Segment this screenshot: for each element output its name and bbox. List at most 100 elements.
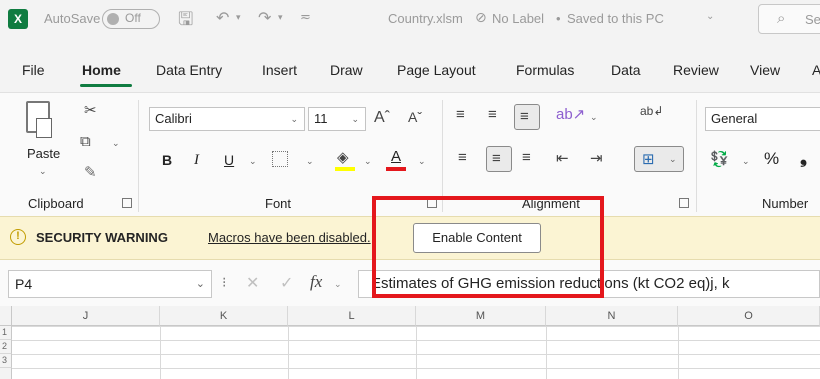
toggle-knob-icon — [107, 13, 119, 25]
search-box[interactable]: ⌕ Se — [758, 4, 820, 34]
insert-function-button[interactable]: fx — [310, 272, 322, 292]
excel-logo-icon: X — [8, 9, 28, 29]
separator-dot: • — [556, 11, 561, 26]
tab-draw[interactable]: Draw — [330, 62, 363, 78]
security-warning-title: SECURITY WARNING — [36, 230, 168, 245]
tab-file[interactable]: File — [22, 62, 45, 78]
row-header-3[interactable]: 3 — [0, 354, 12, 368]
center-align-button[interactable]: ≡ — [486, 146, 512, 172]
enable-content-button[interactable]: Enable Content — [413, 223, 541, 253]
number-format-combobox[interactable]: General — [705, 107, 820, 131]
file-name: Country.xlsm — [388, 11, 463, 26]
grid-line — [160, 326, 161, 379]
redo-icon[interactable]: ↷ — [258, 8, 271, 28]
select-all-corner[interactable] — [0, 306, 12, 326]
ribbon-separator — [138, 100, 139, 212]
font-name-dropdown-icon[interactable]: ⌄ — [290, 108, 298, 130]
formula-bar-options-icon[interactable]: ⁝ — [222, 274, 226, 291]
comma-style-icon[interactable]: ❟ — [800, 147, 807, 168]
save-status-chevron-icon[interactable]: ⌄ — [706, 11, 714, 22]
underline-button[interactable]: U — [224, 152, 234, 168]
group-label-alignment: Alignment — [522, 196, 580, 211]
align-right-icon[interactable]: ≡ — [522, 149, 531, 166]
borders-icon[interactable] — [272, 151, 288, 167]
grid-line — [288, 326, 289, 379]
orientation-dropdown-icon[interactable]: ⌄ — [590, 112, 598, 123]
font-launcher-icon[interactable] — [427, 198, 437, 208]
cut-icon[interactable]: ✂ — [84, 101, 97, 119]
grid-line — [416, 326, 417, 379]
row-header-2[interactable]: 2 — [0, 340, 12, 354]
font-color-dropdown-icon[interactable]: ⌄ — [418, 156, 426, 167]
bold-button[interactable]: B — [162, 152, 172, 168]
label-status: No Label — [492, 11, 545, 26]
name-box-dropdown-icon[interactable]: ⌄ — [196, 271, 205, 297]
bottom-align-button[interactable]: ≡ — [514, 104, 540, 130]
paste-dropdown-icon[interactable]: ⌄ — [39, 166, 47, 177]
grid-line — [678, 326, 679, 379]
font-size-dropdown-icon[interactable]: ⌄ — [351, 108, 359, 130]
column-header-m[interactable]: M — [416, 306, 546, 326]
macros-disabled-link[interactable]: Macros have been disabled. — [208, 230, 371, 245]
orientation-icon[interactable]: ab↗ — [556, 105, 585, 123]
tab-more[interactable]: A — [812, 62, 820, 78]
merge-center-icon: ⊞ — [642, 151, 655, 168]
column-header-n[interactable]: N — [546, 306, 678, 326]
borders-dropdown-icon[interactable]: ⌄ — [306, 156, 314, 167]
column-header-o[interactable]: O — [678, 306, 820, 326]
autosave-toggle[interactable]: Off — [102, 9, 160, 29]
group-label-number: Number — [762, 196, 809, 211]
undo-dropdown-icon[interactable]: ▾ — [236, 12, 241, 23]
accounting-dropdown-icon[interactable]: ⌄ — [742, 156, 750, 167]
clipboard-launcher-icon[interactable] — [122, 198, 132, 208]
font-size-value: 11 — [314, 111, 328, 126]
column-header-l[interactable]: L — [288, 306, 416, 326]
increase-font-size-icon[interactable]: Aˆ — [374, 109, 390, 127]
percent-style-button[interactable]: % — [764, 149, 779, 169]
decrease-indent-icon[interactable]: ⇤ — [556, 149, 569, 167]
copy-icon[interactable]: ⧉ — [80, 133, 91, 150]
tab-data[interactable]: Data — [611, 62, 641, 78]
wrap-text-icon[interactable]: ab↲ — [640, 104, 663, 118]
fill-color-dropdown-icon[interactable]: ⌄ — [364, 156, 372, 167]
row-header-1[interactable]: 1 — [0, 326, 12, 340]
name-box[interactable]: P4 ⌄ — [8, 270, 212, 298]
tab-view[interactable]: View — [750, 62, 780, 78]
save-icon[interactable]: 🖫 — [178, 7, 193, 37]
align-left-icon[interactable]: ≡ — [458, 149, 467, 166]
customize-toolbar-icon[interactable]: ≂ — [300, 9, 311, 25]
copy-dropdown-icon[interactable]: ⌄ — [112, 138, 120, 149]
font-size-combobox[interactable]: 11 ⌄ — [308, 107, 366, 131]
top-align-icon[interactable]: ≡ — [456, 106, 465, 123]
format-painter-icon[interactable]: ✎ — [84, 163, 97, 181]
confirm-formula-icon[interactable]: ✓ — [280, 273, 293, 293]
tab-formulas[interactable]: Formulas — [516, 62, 574, 78]
middle-align-icon[interactable]: ≡ — [488, 106, 497, 123]
increase-indent-icon[interactable]: ⇥ — [590, 149, 603, 167]
underline-dropdown-icon[interactable]: ⌄ — [249, 156, 257, 167]
italic-button[interactable]: I — [194, 152, 199, 169]
search-placeholder: Se — [805, 12, 820, 27]
tab-review[interactable]: Review — [673, 62, 719, 78]
function-dropdown-icon[interactable]: ⌄ — [334, 279, 342, 290]
alignment-launcher-icon[interactable] — [679, 198, 689, 208]
tab-home[interactable]: Home — [82, 62, 121, 78]
redo-dropdown-icon[interactable]: ▾ — [278, 12, 283, 23]
formula-input[interactable]: Estimates of GHG emission reductions (kt… — [358, 270, 820, 298]
merge-center-button[interactable]: ⊞ ⌄ — [634, 146, 684, 172]
column-header-k[interactable]: K — [160, 306, 288, 326]
tab-page-layout[interactable]: Page Layout — [397, 62, 476, 78]
undo-icon[interactable]: ↶ — [216, 8, 229, 28]
tab-insert[interactable]: Insert — [262, 62, 297, 78]
font-name-combobox[interactable]: Calibri ⌄ — [149, 107, 305, 131]
cancel-formula-icon[interactable]: ✕ — [246, 273, 259, 293]
fill-color-icon[interactable]: ◈ — [337, 148, 349, 166]
warning-icon: ! — [10, 229, 26, 245]
column-header-j[interactable]: J — [12, 306, 160, 326]
paste-label[interactable]: Paste — [27, 146, 60, 161]
font-color-icon[interactable]: A — [391, 148, 401, 165]
decrease-font-size-icon[interactable]: Aˇ — [408, 109, 422, 125]
tab-data-entry[interactable]: Data Entry — [156, 62, 222, 78]
accounting-format-icon[interactable]: 💱 — [710, 150, 729, 168]
grid-line — [546, 326, 547, 379]
